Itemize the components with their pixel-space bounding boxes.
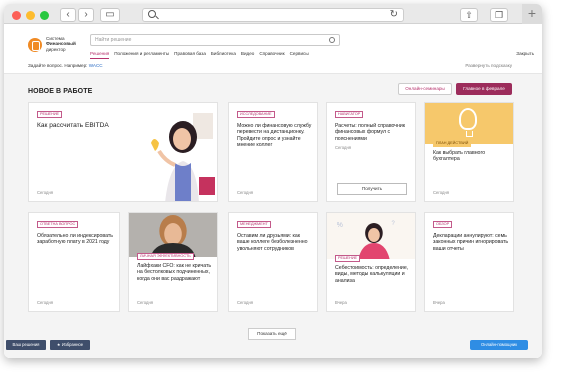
favorites-button[interactable]: ★ Избранное xyxy=(50,340,90,350)
card-date: Сегодня xyxy=(37,300,54,305)
card-date: Сегодня xyxy=(433,190,450,195)
card-title: Можно ли финансовую службу перевести на … xyxy=(237,123,312,149)
card-management[interactable]: МЕНЕДЖМЕНТ Оставим ли друзьями: как вашe… xyxy=(228,212,318,312)
plus-icon[interactable]: + xyxy=(522,4,542,24)
card-date: Вчера xyxy=(433,300,445,305)
card-title: Как выбрать главного бухгалтера xyxy=(433,150,486,163)
menu-item-video[interactable]: Видео xyxy=(241,51,254,59)
search-input[interactable]: Найти решение xyxy=(90,34,340,46)
card-title: Расчеты: полный справочник финансовых фо… xyxy=(335,123,406,142)
card-title: Обязательно ли индексировать заработную … xyxy=(37,233,113,246)
card-tag: ОБЗОР xyxy=(433,221,453,228)
browser-toolbar: ‹ › ▭ ↻ ⇧ ❐ + xyxy=(4,4,542,24)
card-title: Оставим ли друзьями: как вашe коллеге бе… xyxy=(237,233,308,252)
get-button[interactable]: Получить xyxy=(337,183,407,195)
menu-item-reference[interactable]: Справочник xyxy=(259,51,284,59)
browser-window: ‹ › ▭ ↻ ⇧ ❐ + Система Финансовый директо… xyxy=(4,4,542,358)
card-tag: МЕНЕДЖМЕНТ xyxy=(237,221,271,228)
card-tag: РЕШЕНИЕ xyxy=(335,255,361,262)
main-in-february-button[interactable]: Главное в феврале xyxy=(456,83,512,95)
card-ebitda[interactable]: РЕШЕНИЕ Как рассчитать EBITDA Сегодня xyxy=(28,102,218,202)
card-tag: ОТВЕТНА ВОПРОС xyxy=(37,221,79,228)
main-menu: Решения Положения и регламенты Правовая … xyxy=(90,51,314,59)
search-icon xyxy=(148,10,156,18)
card-tag: ПЛАН ДЕЙСТВИЙ xyxy=(433,140,472,147)
section-title: НОВОЕ В РАБОТЕ xyxy=(28,88,93,95)
expand-hint-link[interactable]: Развернуть подсказку xyxy=(465,63,512,68)
online-help-button[interactable]: Онлайн-помощник xyxy=(470,340,528,350)
card-tag: ЛИЧНАЯ ЭФФЕКТИВНОСТЬ xyxy=(137,253,194,260)
logo-icon[interactable] xyxy=(28,38,42,52)
minimize-window-icon[interactable] xyxy=(26,11,35,20)
card-cost-price[interactable]: % ? РЕШЕНИЕ Себестоимость: определение, … xyxy=(326,212,416,312)
thinking-woman-illustration-icon: % ? xyxy=(327,213,415,259)
card-tag: ИССЛЕДОВАНИЕ xyxy=(237,111,275,118)
card-date: Вчера xyxy=(335,300,347,305)
close-window-icon[interactable] xyxy=(12,11,21,20)
maximize-window-icon[interactable] xyxy=(40,11,49,20)
hint-text: Задайте вопрос. Например: WACC xyxy=(28,63,103,68)
show-more-button[interactable]: Показать ещё xyxy=(248,328,296,340)
card-date: Сегодня xyxy=(237,300,254,305)
sidebar-icon[interactable]: ▭ xyxy=(100,8,120,22)
card-tag: НАВИГАТОР xyxy=(335,111,364,118)
desktop-frame: ‹ › ▭ ↻ ⇧ ❐ + Система Финансовый директо… xyxy=(0,0,564,381)
hint-row: Задайте вопрос. Например: WACC Развернут… xyxy=(4,61,542,74)
card-title: Себестоимость: определение, виды, методы… xyxy=(335,265,409,284)
card-remote-work[interactable]: ИССЛЕДОВАНИЕ Можно ли финансовую службу … xyxy=(228,102,318,202)
card-tag: РЕШЕНИЕ xyxy=(37,111,63,118)
logo-text[interactable]: Система Финансовый директор xyxy=(46,36,90,52)
card-date: Сегодня xyxy=(37,190,54,195)
card-title: Как рассчитать EBITDA xyxy=(37,122,109,129)
woman-illustration-icon xyxy=(145,103,217,201)
card-declarations[interactable]: ОБЗОР Декларации аннулируют: семь законн… xyxy=(424,212,514,312)
card-formulas[interactable]: НАВИГАТОР Расчеты: полный справочник фин… xyxy=(326,102,416,202)
card-title: Декларации аннулируют: семь законных при… xyxy=(433,233,509,252)
menu-item-services[interactable]: Сервисы xyxy=(290,51,309,59)
portrait-photo xyxy=(129,213,217,257)
forward-icon[interactable]: › xyxy=(78,8,94,22)
tabs-icon[interactable]: ❐ xyxy=(490,8,508,22)
search-icon[interactable] xyxy=(329,37,335,43)
svg-text:%: % xyxy=(337,222,343,229)
card-salary-indexation[interactable]: ОТВЕТНА ВОПРОС Обязательно ли индексиров… xyxy=(28,212,120,312)
reload-icon[interactable]: ↻ xyxy=(390,9,398,20)
menu-item-regulations[interactable]: Положения и регламенты xyxy=(114,51,169,59)
logout-link[interactable]: Закрыть xyxy=(516,51,534,56)
card-chief-accountant[interactable]: ПЛАН ДЕЙСТВИЙ Как выбрать главного бухга… xyxy=(424,102,514,202)
lightbulb-icon xyxy=(459,108,477,137)
menu-item-solutions[interactable]: Решения xyxy=(90,51,110,59)
seminars-button[interactable]: Онлайн-семинары xyxy=(398,83,452,95)
card-image xyxy=(425,103,513,144)
card-date: Сегодня xyxy=(335,145,352,150)
hint-example-link[interactable]: WACC xyxy=(89,63,103,68)
menu-item-library[interactable]: Библиотека xyxy=(211,51,236,59)
card-title: Лайфхаки CFO: как не кричать на бестолко… xyxy=(137,263,212,282)
card-cfo-lifehacks[interactable]: ЛИЧНАЯ ЭФФЕКТИВНОСТЬ Лайфхаки CFO: как н… xyxy=(128,212,218,312)
search-placeholder: Найти решение xyxy=(95,37,132,43)
address-bar[interactable]: ↻ xyxy=(142,8,404,22)
menu-item-legal-base[interactable]: Правовая база xyxy=(174,51,206,59)
card-date: Сегодня xyxy=(237,190,254,195)
card-date: Сегодня xyxy=(137,300,154,305)
page: Система Финансовый директор Найти решени… xyxy=(4,25,542,358)
back-icon[interactable]: ‹ xyxy=(60,8,76,22)
my-solutions-button[interactable]: Ваш решения xyxy=(6,340,46,350)
share-icon[interactable]: ⇧ xyxy=(460,8,478,22)
